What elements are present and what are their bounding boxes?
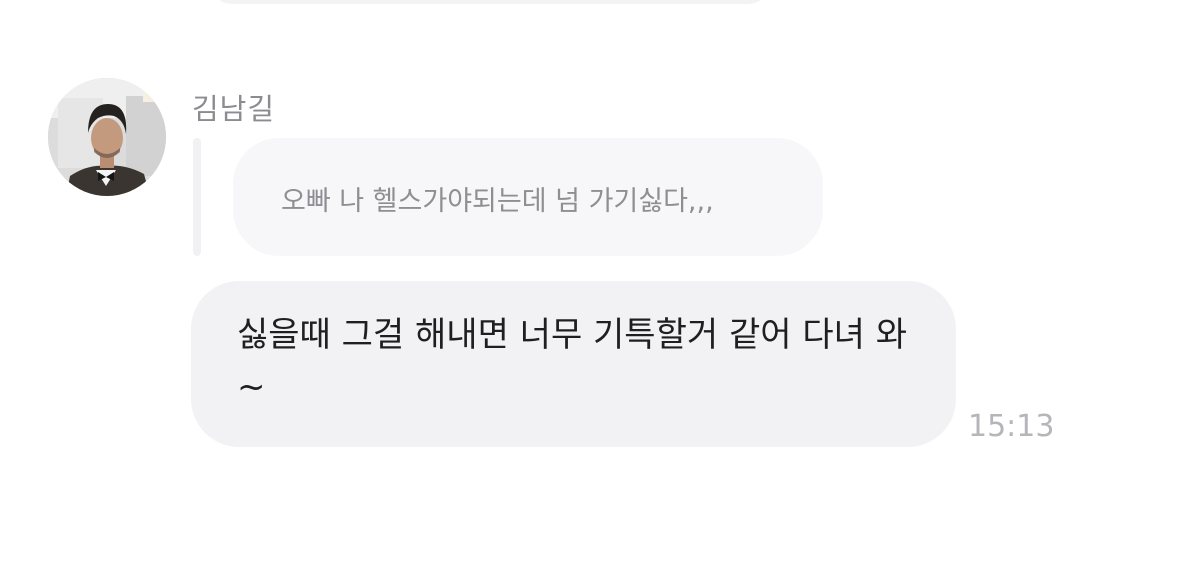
sender-avatar[interactable]	[48, 78, 166, 196]
previous-message-bubble	[210, 0, 770, 4]
message-bubble[interactable]: 싫을때 그걸 해내면 너무 기특할거 같어 다녀 와~	[191, 281, 956, 447]
avatar-photo	[48, 78, 166, 196]
message-timestamp: 15:13	[968, 409, 1055, 444]
message-text: 싫을때 그걸 해내면 너무 기특할거 같어 다녀 와~	[237, 315, 907, 407]
quoted-message-text: 오빠 나 헬스가야되는데 넘 가기싫다,,,	[281, 186, 714, 217]
quoted-message-bubble[interactable]: 오빠 나 헬스가야되는데 넘 가기싫다,,,	[233, 138, 823, 256]
reply-indicator-bar	[193, 138, 201, 256]
sender-name: 김남길	[192, 92, 276, 126]
